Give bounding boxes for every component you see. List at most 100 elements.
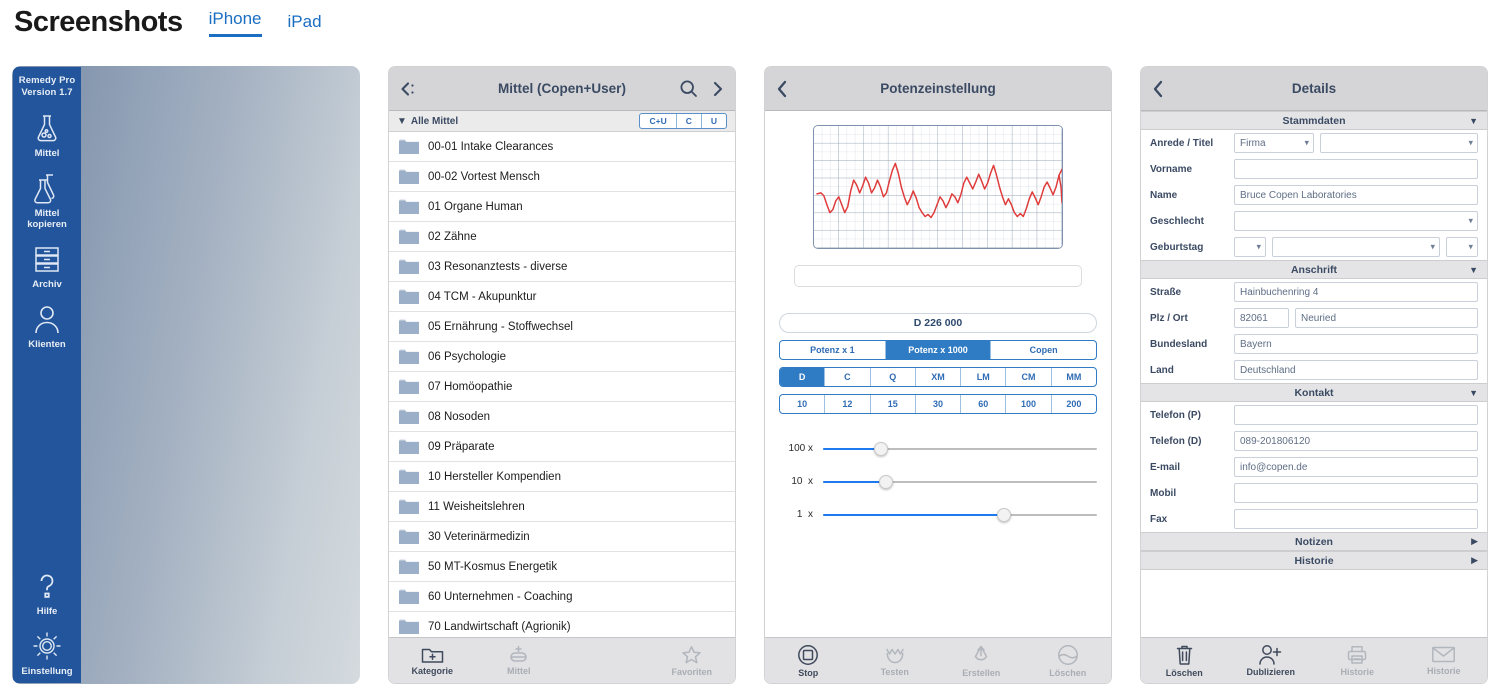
field-telefon-d--0[interactable]: 089-201806120 [1234,431,1478,451]
list-item[interactable]: 08 Nosoden [389,402,735,432]
field-vorname-0[interactable] [1234,159,1478,179]
tab-erstellen[interactable]: Erstellen [938,644,1025,678]
list-item[interactable]: 06 Psychologie [389,342,735,372]
sidebar-item-einstellung[interactable]: Einstellung [13,629,81,677]
potency-empty-input[interactable] [794,265,1082,287]
number-segment-3[interactable]: 30 [916,395,962,413]
type-segment-2[interactable]: Q [871,368,916,386]
back-list-icon[interactable] [399,80,419,98]
search-icon[interactable] [679,79,698,98]
list-item[interactable]: 30 Veterinärmedizin [389,522,735,552]
field-geburtstag-1[interactable]: ▾ [1272,237,1440,257]
tab-testen[interactable]: Testen [852,645,939,677]
list-item-label: 04 TCM - Akupunktur [428,290,537,303]
segment-c[interactable]: C [677,114,702,128]
list-item[interactable]: 50 MT-Kosmus Energetik [389,552,735,582]
section-header-kontakt[interactable]: Kontakt ▼ [1141,383,1487,402]
list-item[interactable]: 70 Landwirtschaft (Agrionik) [389,612,735,637]
section-header-historie[interactable]: Historie ▶ [1141,551,1487,570]
type-segment-0[interactable]: D [780,368,826,386]
tab-stop[interactable]: Stop [765,644,852,678]
list-item[interactable]: 02 Zähne [389,222,735,252]
field-geburtstag-2[interactable]: ▾ [1446,237,1478,257]
slider-knob[interactable] [879,474,894,489]
field-anrede-titel-0[interactable]: Firma ▾ [1234,133,1314,153]
type-segment-3[interactable]: XM [916,368,962,386]
list-item[interactable]: 00-02 Vortest Mensch [389,162,735,192]
tab-favoriten[interactable]: Favoriten [649,645,736,677]
field-geburtstag-0[interactable]: ▾ [1234,237,1266,257]
list-item[interactable]: 04 TCM - Akupunktur [389,282,735,312]
field-name-0[interactable]: Bruce Copen Laboratories [1234,185,1478,205]
slider-0[interactable] [823,441,1097,456]
tab-l-schen[interactable]: Löschen [1025,644,1112,678]
chevron-right-icon[interactable] [711,80,725,98]
list-item[interactable]: 09 Präparate [389,432,735,462]
tab-l-schen[interactable]: Löschen [1141,644,1228,678]
sidebar-item-hilfe[interactable]: Hilfe [13,569,81,617]
field-plz-ort-1[interactable]: Neuried [1295,308,1478,328]
slider-1[interactable] [823,474,1097,489]
chevron-left-icon[interactable] [1151,79,1165,99]
tab-dublizieren[interactable]: Dublizieren [1228,644,1315,677]
slider-2[interactable] [823,507,1097,522]
list-item[interactable]: 10 Hersteller Kompendien [389,462,735,492]
field-geschlecht-0[interactable]: ▾ [1234,211,1478,231]
field-e-mail-0[interactable]: info@copen.de [1234,457,1478,477]
list-item[interactable]: 01 Organe Human [389,192,735,222]
type-segment-6[interactable]: MM [1052,368,1096,386]
form-label: Land [1150,364,1174,376]
segment-cu[interactable]: C+U [640,114,677,128]
tab-mittel[interactable]: Mittel [476,645,563,676]
number-segment-4[interactable]: 60 [961,395,1007,413]
number-segment-2[interactable]: 15 [871,395,916,413]
section-header-notizen[interactable]: Notizen ▶ [1141,532,1487,551]
details-form: Stammdaten ▼ Anrede / Titel Firma ▾ ▾ Vorname N… [1141,111,1487,637]
tab-ipad[interactable]: iPad [288,13,322,37]
scale-segment-1[interactable]: Potenz x 1000 [885,341,992,359]
field-land-0[interactable]: Deutschland [1234,360,1478,380]
scale-segment-2[interactable]: Copen [991,341,1096,359]
list-item[interactable]: 11 Weisheitslehren [389,492,735,522]
field-anrede-titel-1[interactable]: ▾ [1320,133,1478,153]
filter-group[interactable]: ▼ Alle Mittel [397,116,458,127]
type-segment-1[interactable]: C [825,368,871,386]
tab-iphone[interactable]: iPhone [208,10,262,37]
sidebar-item-klienten[interactable]: Klienten [13,302,81,350]
sidebar-item-archiv[interactable]: Archiv [13,242,81,290]
list-item[interactable]: 07 Homöopathie [389,372,735,402]
tab-kategorie[interactable]: Kategorie [389,645,476,676]
field-stra-e-0[interactable]: Hainbuchenring 4 [1234,282,1478,302]
field-bundesland-0[interactable]: Bayern [1234,334,1478,354]
potency-value-field[interactable]: D 226 000 [779,313,1097,333]
chevron-left-icon[interactable] [775,79,789,99]
number-segment-0[interactable]: 10 [780,395,826,413]
field-mobil-0[interactable] [1234,483,1478,503]
slider-knob[interactable] [873,441,888,456]
sidebar-item-mittel[interactable]: Mittel [13,111,81,159]
type-segment-4[interactable]: LM [961,368,1007,386]
list-item[interactable]: 05 Ernährung - Stoffwechsel [389,312,735,342]
field-telefon-p--0[interactable] [1234,405,1478,425]
list-item[interactable]: 03 Resonanztests - diverse [389,252,735,282]
section-header-anschrift[interactable]: Anschrift ▼ [1141,260,1487,279]
field-value: info@copen.de [1240,461,1308,473]
tab-historie[interactable]: Historie [1314,645,1401,677]
slider-knob[interactable] [996,507,1011,522]
folder-icon [399,409,419,424]
field-plz-ort-0[interactable]: 82061 [1234,308,1289,328]
sidebar-item-mittel-kopieren[interactable]: Mittel kopieren [13,171,81,230]
list-item[interactable]: 60 Unternehmen - Coaching [389,582,735,612]
scale-segment-0[interactable]: Potenz x 1 [780,341,886,359]
field-fax-0[interactable] [1234,509,1478,529]
form-row: Vorname [1141,156,1487,182]
list-item[interactable]: 00-01 Intake Clearances [389,132,735,162]
number-segment-5[interactable]: 100 [1006,395,1052,413]
number-segment-1[interactable]: 12 [825,395,871,413]
section-header-stammdaten[interactable]: Stammdaten ▼ [1141,111,1487,130]
tab-historie[interactable]: Historie [1401,645,1488,676]
segment-u[interactable]: U [702,114,726,128]
type-segment-5[interactable]: CM [1006,368,1052,386]
mittel-list[interactable]: 00-01 Intake Clearances 00-02 Vortest Men… [389,132,735,637]
number-segment-6[interactable]: 200 [1052,395,1096,413]
